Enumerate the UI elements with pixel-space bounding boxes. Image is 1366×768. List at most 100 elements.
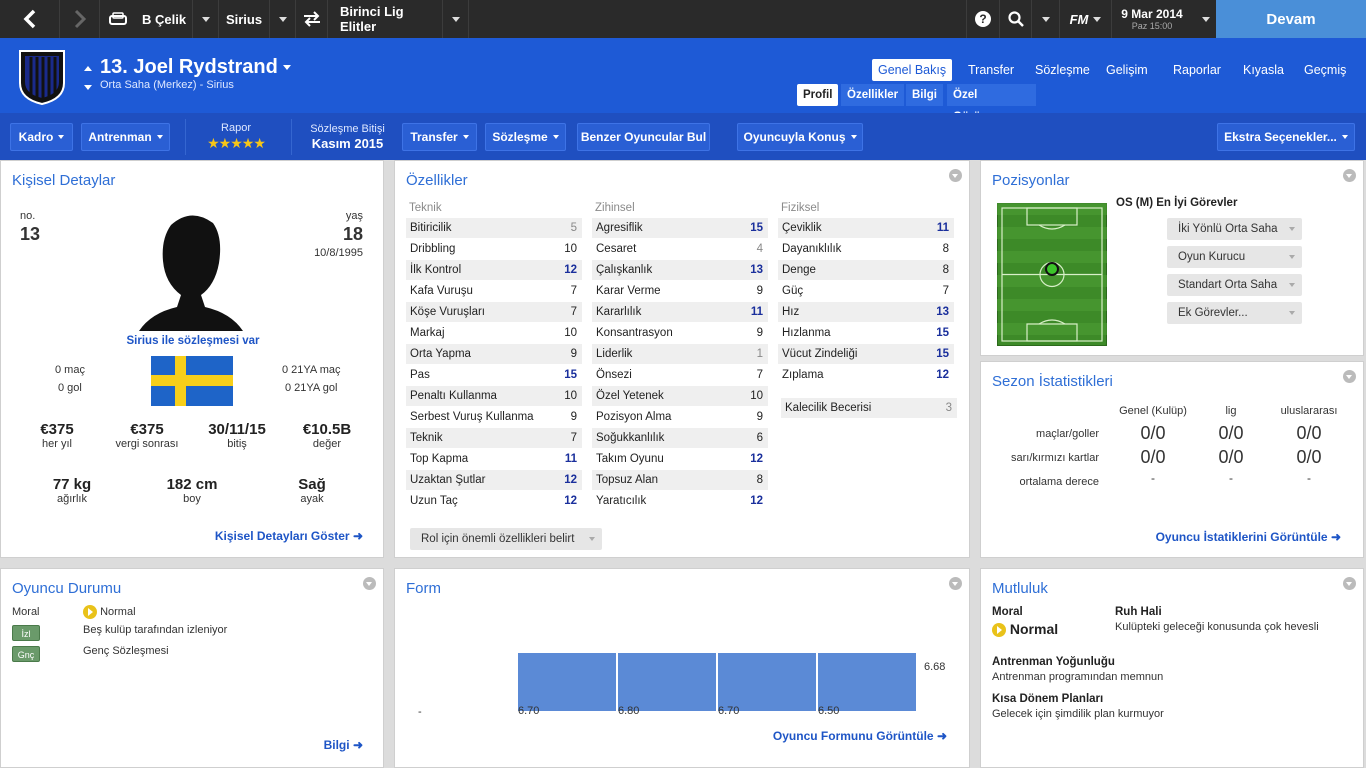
club-selector[interactable]: Sirius [219,0,270,38]
attribute-name: Köşe Vuruşları [410,306,485,318]
league-selector[interactable]: Birinci Lig Elitler [328,0,443,38]
role-button[interactable]: Oyun Kurucu [1167,246,1302,268]
attribute-value: 7 [570,432,577,444]
morale-icon [992,623,1006,638]
panel-menu-icon[interactable] [363,577,376,590]
form-bar[interactable] [818,653,916,711]
search-dropdown[interactable] [1032,0,1060,38]
wage-net-label: vergi sonrası [115,438,179,450]
panel-menu-icon[interactable] [949,169,962,182]
switch-button[interactable] [296,0,328,38]
stat-value: - [1151,471,1155,485]
tab-transfer[interactable]: Transfer [962,59,1020,81]
attribute-value: 7 [570,285,577,297]
club-badge-icon [19,50,65,105]
date-display[interactable]: 9 Mar 2014 Paz 15:00 [1112,0,1216,38]
panel-title: Kişisel Detaylar [12,172,116,189]
player-subtitle: Orta Saha (Merkez) - Sirius [100,79,234,91]
attribute-name: Takım Oyunu [596,453,664,465]
attribute-value: 9 [756,411,763,423]
help-icon: ? [975,11,991,27]
subtab-profile[interactable]: Profil [797,84,839,106]
role-attributes-button[interactable]: Rol için önemli özellikleri belirt [410,528,602,550]
team-dropdown[interactable] [193,0,219,38]
talk-to-player-button[interactable]: Oyuncuyla Konuş [737,123,863,151]
find-similar-button[interactable]: Benzer Oyuncular Bul [577,123,710,151]
show-personal-details-link[interactable]: Kişisel Detayları Göster ➜ [215,529,363,543]
attribute-name: Özel Yetenek [596,390,664,402]
attribute-name: Dribbling [410,243,456,255]
pitch-position-map[interactable] [997,203,1107,346]
info-link[interactable]: Bilgi ➜ [324,738,363,752]
back-button[interactable] [0,0,60,38]
attribute-row: Önsezi 7 [592,365,768,385]
tab-overview[interactable]: Genel Bakış [872,59,953,81]
role-button[interactable]: Ek Görevler... [1167,302,1302,324]
attribute-row: Çalışkanlık 13 [592,260,768,280]
continue-button[interactable]: Devam [1216,0,1366,38]
form-bar[interactable] [618,653,716,711]
extra-options-button[interactable]: Ekstra Seçenekler... [1217,123,1355,151]
attribute-value: 8 [942,243,949,255]
attribute-row: Markaj 10 [406,323,582,343]
panel-title: Özellikler [406,172,468,189]
chevron-down-icon [1041,16,1050,22]
panel-menu-icon[interactable] [949,577,962,590]
form-empty-marker: - [418,706,422,718]
player-name[interactable]: 13. Joel Rydstrand [100,56,292,79]
chevron-down-icon [1289,311,1295,315]
search-button[interactable] [1000,0,1032,38]
tab-development[interactable]: Gelişim [1100,59,1154,81]
attribute-row: İlk Kontrol 12 [406,260,582,280]
help-button[interactable]: ? [966,0,1000,38]
attribute-row: Liderlik 1 [592,344,768,364]
attribute-value: 10 [564,327,577,339]
subtab-attributes[interactable]: Özellikler [841,84,905,106]
tab-history[interactable]: Geçmiş [1298,59,1352,81]
stat-value: 0/0 [1296,423,1322,443]
morale-label: Moral [992,606,1023,618]
attribute-value: 12 [564,264,577,276]
club-dropdown[interactable] [270,0,296,38]
age-value: 18 [342,224,363,244]
attribute-name: Yaratıcılık [596,495,647,507]
subtab-private-chat[interactable]: Özel Görüşme [947,84,1036,123]
panel-menu-icon[interactable] [1343,370,1356,383]
tab-reports[interactable]: Raporlar [1167,59,1227,81]
forward-button[interactable] [60,0,100,38]
panel-menu-icon[interactable] [1343,169,1356,182]
fm-menu-button[interactable]: FM [1060,0,1112,38]
chevron-down-icon [451,16,460,22]
form-bar[interactable] [518,653,616,711]
view-player-stats-link[interactable]: Oyuncu İstatiklerini Görüntüle ➜ [1156,530,1341,544]
caps: 0 maç [55,364,85,376]
view-form-link[interactable]: Oyuncu Formunu Görüntüle ➜ [773,729,947,743]
stat-value: - [1229,471,1233,485]
chevron-down-icon [1341,135,1348,139]
attribute-row: Zıplama 12 [778,365,954,385]
next-player-button[interactable] [84,80,92,90]
prev-player-button[interactable] [84,60,92,71]
report-stars: ★★★★★ [207,135,266,151]
role-button[interactable]: İki Yönlü Orta Saha [1167,218,1302,240]
attribute-row: Bitiricilik 5 [406,218,582,238]
attribute-row: Topsuz Alan 8 [592,470,768,490]
divider [291,119,292,155]
attribute-row: Penaltı Kullanma 10 [406,386,582,406]
subtab-info[interactable]: Bilgi [906,84,943,106]
tab-contract[interactable]: Sözleşme [1029,59,1096,81]
chevron-down-icon [589,537,595,541]
transfer-button[interactable]: Transfer [402,123,477,151]
chevron-down-icon [850,135,857,139]
league-dropdown[interactable] [443,0,469,38]
tab-compare[interactable]: Kıyasla [1237,59,1290,81]
squad-button[interactable]: Kadro [10,123,73,151]
attribute-row: Yaratıcılık 12 [592,491,768,511]
panel-menu-icon[interactable] [1343,577,1356,590]
role-button[interactable]: Standart Orta Saha [1167,274,1302,296]
training-button[interactable]: Antrenman [81,123,170,151]
form-bar[interactable] [718,653,816,711]
attribute-value: 8 [942,264,949,276]
contract-button[interactable]: Sözleşme [485,123,566,151]
team-selector[interactable]: B Çelik [100,0,193,38]
